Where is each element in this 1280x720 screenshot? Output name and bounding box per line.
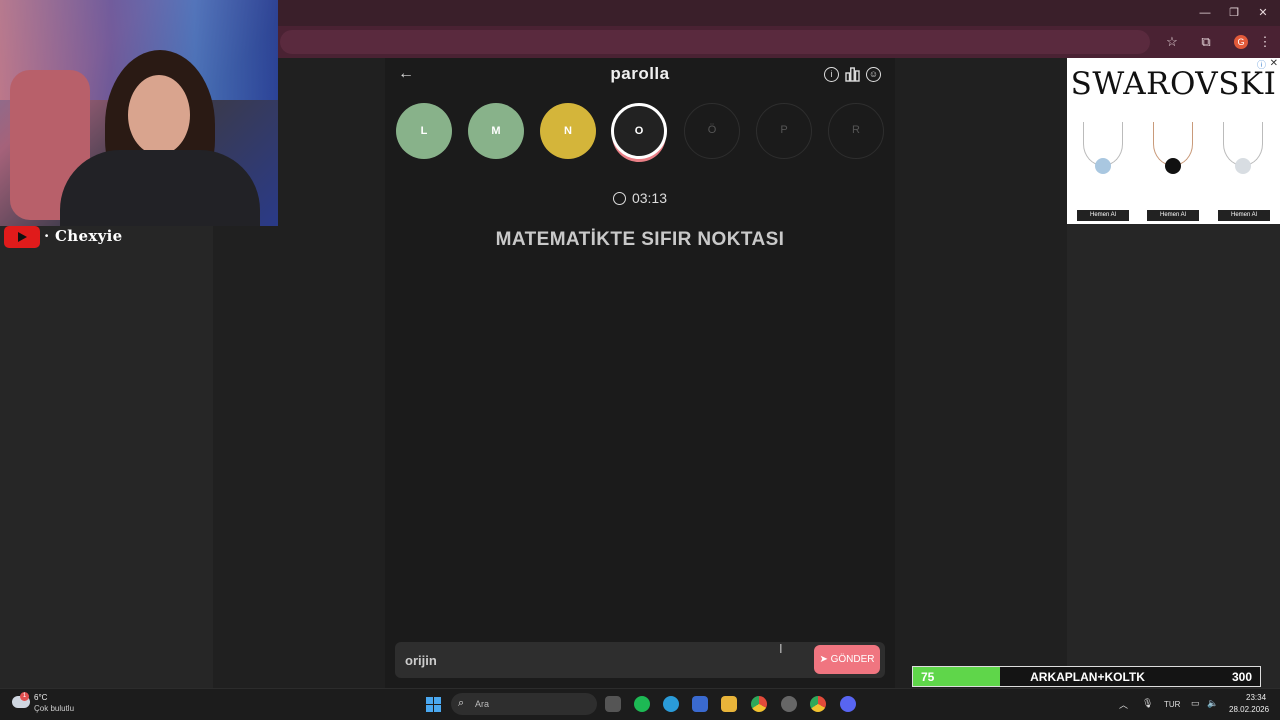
ad-cta-button[interactable]: Hemen Al [1147,210,1199,221]
letter-circle-r: R [828,103,884,159]
send-icon: ➤ [819,654,831,665]
task-view-icon[interactable] [605,696,621,712]
chrome-icon[interactable] [751,696,767,712]
clock-icon [612,192,626,205]
taskbar-time[interactable]: 23:34 [1246,693,1266,702]
microphone-icon[interactable]: 🎙 [1142,698,1153,709]
volume-icon[interactable]: 🔈 [1207,698,1218,709]
edge-icon[interactable] [663,696,679,712]
letter-circle-o-umlaut: Ö [684,103,740,159]
file-explorer-icon[interactable] [721,696,737,712]
text-cursor-icon: I [779,641,783,656]
minimize-icon[interactable]: — [1198,6,1212,20]
letter-circle-m: M [468,103,524,159]
user-profile-icon[interactable]: ☺ [866,67,881,82]
store-icon[interactable] [692,696,708,712]
spotify-icon[interactable] [634,696,650,712]
bookmark-star-icon[interactable]: ☆ [1164,34,1180,50]
ad-banner[interactable]: ⓘ ✕ SWAROVSKI Hemen Al Hemen Al Hemen Al [1067,58,1280,224]
ad-cta-button[interactable]: Hemen Al [1218,210,1270,221]
info-icon[interactable]: i [824,67,839,82]
necklace-image [1153,122,1193,182]
ad-cta-button[interactable]: Hemen Al [1077,210,1129,221]
windows-start-icon[interactable] [426,697,441,712]
page-title: parolla [610,64,670,83]
extensions-icon[interactable]: ⧉ [1198,34,1214,50]
obs-icon[interactable] [781,696,797,712]
tray-chevron-icon[interactable]: ︿ [1119,698,1128,711]
language-indicator[interactable]: TUR [1164,700,1180,709]
question-text: MATEMATİKTE SIFIR NOKTASI [495,229,785,250]
channel-name: · Chexyie [44,227,123,245]
address-bar[interactable] [280,30,1150,54]
letter-circle-p: P [756,103,812,159]
ad-brand: SWAROVSKI [1070,66,1277,102]
necklace-image [1223,122,1263,182]
weather-badge: 1 [20,692,29,701]
stats-icon[interactable] [845,67,860,82]
letter-circle-l: L [396,103,452,159]
discord-icon[interactable] [840,696,856,712]
send-label: GÖNDER [830,654,875,665]
webcam-overlay [0,0,278,226]
weather-desc[interactable]: Çok bulutlu [34,704,74,713]
goal-target: 300 [1231,670,1252,684]
letter-circle-o-active: O [611,103,667,159]
goal-label: ARKAPLAN+KOLTK [1030,670,1145,684]
taskbar-search[interactable] [451,693,597,715]
search-placeholder: Ara [475,699,490,709]
donation-goal-bar: ARKAPLAN+KOLTK 75 300 [912,666,1261,687]
youtube-icon [4,226,40,248]
weather-temp[interactable]: 6°C [34,693,47,702]
send-button[interactable]: ➤ GÖNDER [814,645,880,674]
browser-menu-icon[interactable]: ⋮ [1257,34,1273,50]
answer-input[interactable] [405,651,785,669]
goal-current: 75 [921,670,935,684]
profile-avatar-icon[interactable]: G [1234,35,1248,49]
timer-value: 03:13 [631,190,668,206]
taskbar-date[interactable]: 28.02.2026 [1229,705,1269,714]
chrome-profile-icon[interactable] [810,696,826,712]
close-window-icon[interactable]: ✕ [1256,6,1270,20]
timer: 03:13 [580,190,700,206]
page-gutter-right [895,58,1067,688]
network-icon[interactable]: ▭ [1191,698,1200,709]
back-arrow-icon[interactable]: ← [398,66,414,82]
letter-circle-n: N [540,103,596,159]
restore-icon[interactable]: ❐ [1227,6,1241,20]
search-icon: ⌕ [458,697,465,709]
necklace-image [1083,122,1123,182]
